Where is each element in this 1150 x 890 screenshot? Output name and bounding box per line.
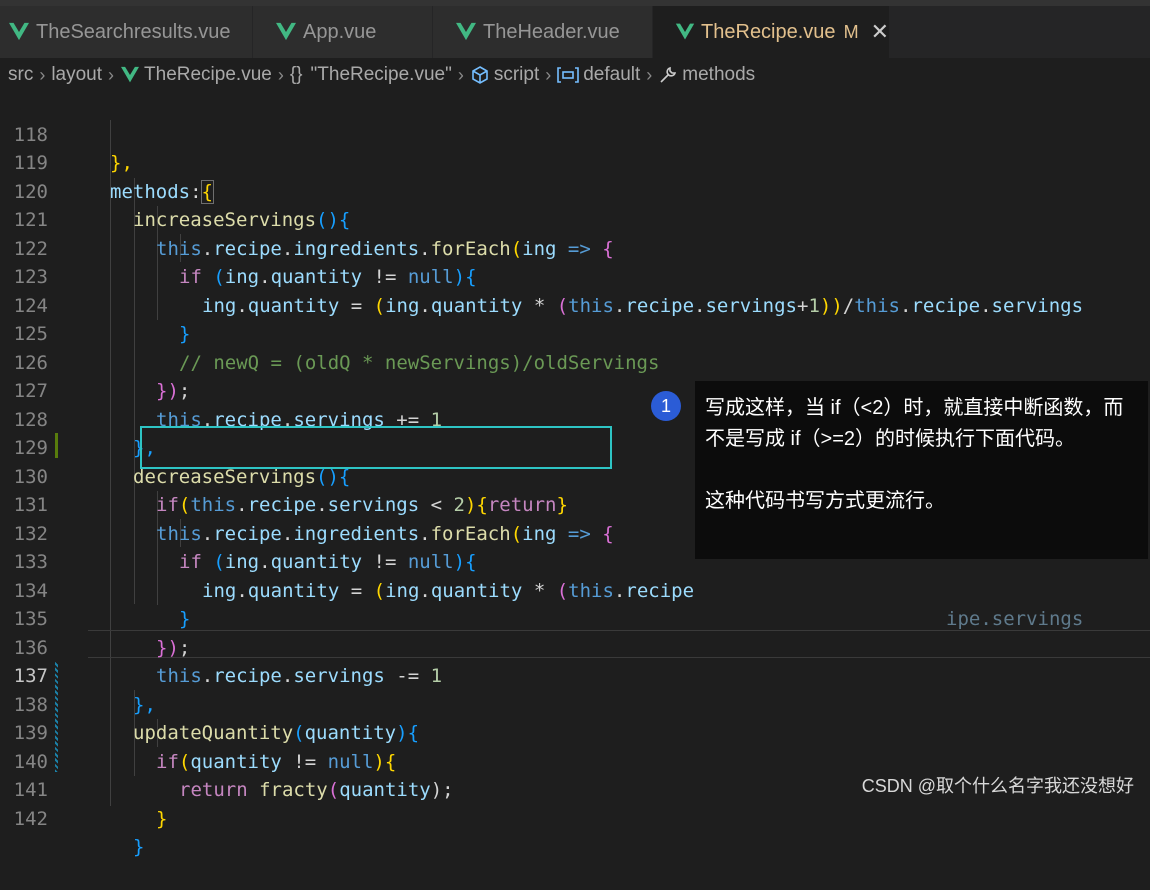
breadcrumb-script[interactable]: script (494, 64, 539, 86)
code-line: 126 }); (0, 320, 1150, 403)
tab-label: TheRecipe.vue (701, 20, 836, 43)
breadcrumb-file[interactable]: TheRecipe.vue (144, 64, 272, 86)
chevron-right-icon: › (108, 64, 115, 85)
chevron-right-icon: › (646, 64, 653, 85)
vue-file-icon (276, 22, 296, 41)
code-line: 119 methods:{ (0, 121, 1150, 204)
breadcrumb-src[interactable]: src (8, 64, 33, 86)
cube-icon (470, 65, 490, 85)
watermark: CSDN @取个什么名字我还没想好 (861, 776, 1134, 796)
close-tab-icon[interactable]: ✕ (871, 19, 889, 45)
chevron-right-icon: › (545, 64, 552, 85)
tab-theheader[interactable]: TheHeader.vue (433, 6, 653, 58)
code-line: 125 // newQ = (oldQ * newServings)/oldSe… (0, 292, 1150, 374)
code-token: } (133, 836, 145, 858)
annotation-note: 写成这样，当 if（<2）时，就直接中断函数，而不是写成 if（>=2）的时候执… (695, 381, 1148, 559)
code-line: 127 this.recipe.servings += 1 (0, 349, 1150, 431)
tab-label: App.vue (303, 20, 377, 43)
modified-indicator: M (843, 21, 859, 42)
tab-app[interactable]: App.vue (253, 6, 433, 58)
tab-label: TheHeader.vue (483, 20, 620, 43)
code-token: } (156, 807, 168, 830)
annotation-paragraph-2: 这种代码书写方式更流行。 (705, 490, 945, 512)
tab-label: TheSearchresults.vue (36, 20, 231, 43)
vue-file-icon (456, 22, 476, 41)
line-number: 142 (13, 807, 48, 830)
code-line: 138 updateQuantity(quantity){ (0, 662, 1150, 745)
chevron-right-icon: › (39, 64, 46, 85)
code-line: 120 increaseServings(){ (0, 149, 1150, 232)
code-line: 118 }, (0, 92, 1150, 175)
breadcrumb-default[interactable]: default (583, 64, 640, 86)
breadcrumb-layout[interactable]: layout (51, 64, 102, 86)
code-line: 123 ing.quantity = (ing.quantity * (this… (0, 235, 1150, 317)
code-line: 124 } (0, 263, 1150, 346)
editor-tab-bar: TheSearchresults.vue App.vue TheHeader.v… (0, 0, 1150, 58)
chevron-right-icon: › (457, 64, 464, 85)
annotation-paragraph-1: 写成这样，当 if（<2）时，就直接中断函数，而不是写成 if（>=2）的时候执… (705, 397, 1124, 450)
code-line: 122 if (ing.quantity != null){ (0, 206, 1150, 289)
vue-file-icon (675, 23, 695, 40)
code-line: 136 this.recipe.servings -= 1 (0, 605, 1150, 688)
breadcrumb-component[interactable]: "TheRecipe.vue" (311, 64, 452, 86)
code-line: 139 if(quantity != null){ (0, 691, 1150, 773)
tab-thesearchresults[interactable]: TheSearchresults.vue (0, 6, 253, 58)
annotation-badge: 1 (651, 391, 681, 421)
braces-icon: {} (289, 64, 303, 85)
vue-file-icon (120, 66, 140, 84)
variable-icon (557, 66, 580, 84)
breadcrumb-methods[interactable]: methods (682, 64, 755, 86)
wrench-icon (658, 65, 678, 85)
chevron-right-icon: › (277, 64, 284, 85)
code-line: 121 this.recipe.ingredients.forEach(ing … (0, 178, 1150, 260)
code-line: 137 }, (0, 634, 1150, 716)
code-line: 135 }); (0, 577, 1150, 659)
code-line: 140 return fracty(quantity); (0, 719, 1150, 802)
breadcrumb: src › layout › TheRecipe.vue › {} "TheRe… (0, 58, 1150, 92)
vue-file-icon (9, 22, 29, 41)
tab-therecipe-active[interactable]: TheRecipe.vue M ✕ (653, 6, 890, 58)
highlight-box (140, 426, 612, 469)
